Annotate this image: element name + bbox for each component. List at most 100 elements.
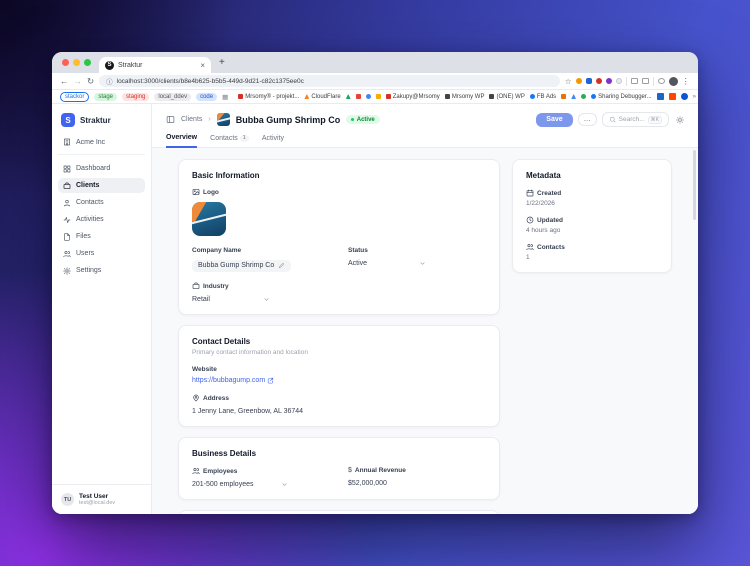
company-name-field[interactable]: Bubba Gump Shrimp Co [192,259,292,272]
back-icon[interactable]: ← [60,76,69,86]
window-controls [62,59,91,66]
bookmarks-overflow-icon[interactable]: » [693,93,697,100]
bookmark-item[interactable]: Sharing Debugger... [591,94,652,100]
map-pin-icon [192,394,200,402]
annual-revenue-label: $ Annual Revenue [348,467,406,474]
contact-details-card: Contact Details Primary contact informat… [178,325,500,427]
profile-avatar[interactable] [668,76,678,86]
apps-grid-icon[interactable]: ▦ [222,93,228,101]
bookmark-favicon-icon[interactable] [668,93,676,100]
extension-icon[interactable] [595,78,602,84]
employees-select[interactable]: 201-500 employees [192,481,288,488]
save-button[interactable]: Save [536,112,573,127]
bookmark-favicon-icon[interactable] [571,94,577,99]
bookmark-item[interactable]: Zakupy@Mrsomy [385,94,440,100]
browser-menu-icon[interactable]: ⋮ [682,76,691,87]
address-value: 1 Jenny Lane, Greenbow, AL 36744 [192,408,304,415]
bookmark-pill[interactable]: code [196,92,218,101]
sidebar-item-activities[interactable]: Activities [58,212,145,227]
divider [652,76,654,86]
workspace-switcher[interactable]: Acme Inc [58,134,145,155]
bookmark-item[interactable]: Mrsomy® - projekt... [238,94,299,100]
toolbar-actions: ☆ ⋮ [565,76,690,87]
sidebar-item-label: Dashboard [76,165,111,172]
card-title: Contact Details [192,337,251,346]
bookmark-pill[interactable]: stackor [60,91,90,102]
bookmark-pill[interactable]: stage [94,92,118,101]
business-details-card: Business Details Employees 201-500 emplo… [178,437,500,500]
bookmark-favicon-icon[interactable] [355,94,361,99]
browser-tab[interactable]: S Straktur × [99,57,211,73]
tab-close-icon[interactable]: × [200,61,205,70]
industry-select[interactable]: Retail [192,296,270,303]
tab-contacts[interactable]: Contacts 1 [210,134,249,147]
close-window-button[interactable] [62,59,69,66]
extension-icon[interactable] [575,78,582,84]
bookmark-item[interactable]: (ONE) WP [489,94,525,100]
bookmark-favicon-icon[interactable] [680,93,688,100]
search-input[interactable]: Search... ⌘K [601,112,669,127]
bookmark-item[interactable]: CloudFlare [304,94,341,100]
users-icon [192,467,200,475]
user-name: Test User [79,493,109,500]
tab-overview[interactable]: Overview [166,134,198,148]
bookmark-favicon-icon [385,94,391,99]
reload-icon[interactable]: ↻ [87,76,94,87]
briefcase-icon [63,182,71,190]
card-subtitle: Primary contact information and location [192,349,308,356]
sidebar-item-settings[interactable]: Settings [58,263,145,278]
bookmark-favicon-icon[interactable] [375,94,381,99]
extensions-puzzle-icon[interactable] [657,78,665,84]
search-placeholder: Search... [618,116,645,123]
sidebar-item-dashboard[interactable]: Dashboard [58,161,145,176]
breadcrumb[interactable]: Clients [181,116,202,123]
sidebar-toggle-icon[interactable] [166,115,175,124]
page-header: Clients › Bubba Gump Shrimp Co Active Sa… [152,104,698,127]
bookmark-pill[interactable]: staging [122,92,150,101]
bookmark-favicon-icon[interactable] [561,94,567,99]
reading-list-icon[interactable] [641,78,649,84]
sidebar-item-label: Settings [76,267,102,274]
tab-group-icon[interactable] [630,78,638,84]
bookmark-favicon-icon[interactable] [345,94,351,99]
extension-icon[interactable] [585,78,592,84]
url-bar[interactable]: ⓘ localhost:3000/clients/b8e4b625-b5b5-4… [99,75,560,87]
extension-icon[interactable] [605,78,612,84]
file-icon [63,233,71,241]
user-icon [63,199,71,207]
bookmark-favicon-icon[interactable] [365,94,371,99]
more-actions-button[interactable]: … [577,113,597,126]
maximize-window-button[interactable] [84,59,91,66]
site-info-icon[interactable]: ⓘ [106,76,113,86]
sidebar-nav: Dashboard Clients Contacts Activities Fi… [52,155,151,284]
sidebar-item-users[interactable]: Users [58,246,145,261]
user-avatar: TU [61,493,74,506]
bookmark-item[interactable]: FB Ads [529,94,556,100]
forward-icon[interactable]: → [74,76,83,86]
scrollbar[interactable] [693,150,696,220]
logo-field-label: Logo [192,188,486,196]
sidebar-item-label: Contacts [76,199,104,206]
bookmark-favicon-icon[interactable] [656,93,664,100]
company-logo-image[interactable] [192,202,226,236]
sidebar-item-files[interactable]: Files [58,229,145,244]
detail-tabs: Overview Contacts 1 Activity [152,127,698,148]
bookmark-item[interactable]: Mrsomy WP [444,94,484,100]
extension-icon[interactable] [615,78,622,84]
bookmark-pill[interactable]: local_ddev [154,92,192,101]
minimize-window-button[interactable] [73,59,80,66]
sidebar-user[interactable]: TU Test User test@local.dev [52,484,151,514]
status-select[interactable]: Active [348,260,426,267]
sidebar-item-clients[interactable]: Clients [58,178,145,193]
website-link[interactable]: https://bubbagump.com [192,377,486,384]
created-value: 1/22/2026 [526,200,555,207]
new-tab-button[interactable]: + [219,57,225,68]
theme-toggle-icon[interactable] [676,116,684,124]
user-email: test@local.dev [79,500,116,506]
bookmark-star-icon[interactable]: ☆ [565,77,572,86]
tab-activity[interactable]: Activity [262,134,284,147]
sidebar-item-contacts[interactable]: Contacts [58,195,145,210]
chevron-right-icon: › [208,116,211,123]
bookmark-favicon-icon[interactable] [581,94,587,99]
pencil-icon[interactable] [278,262,285,269]
